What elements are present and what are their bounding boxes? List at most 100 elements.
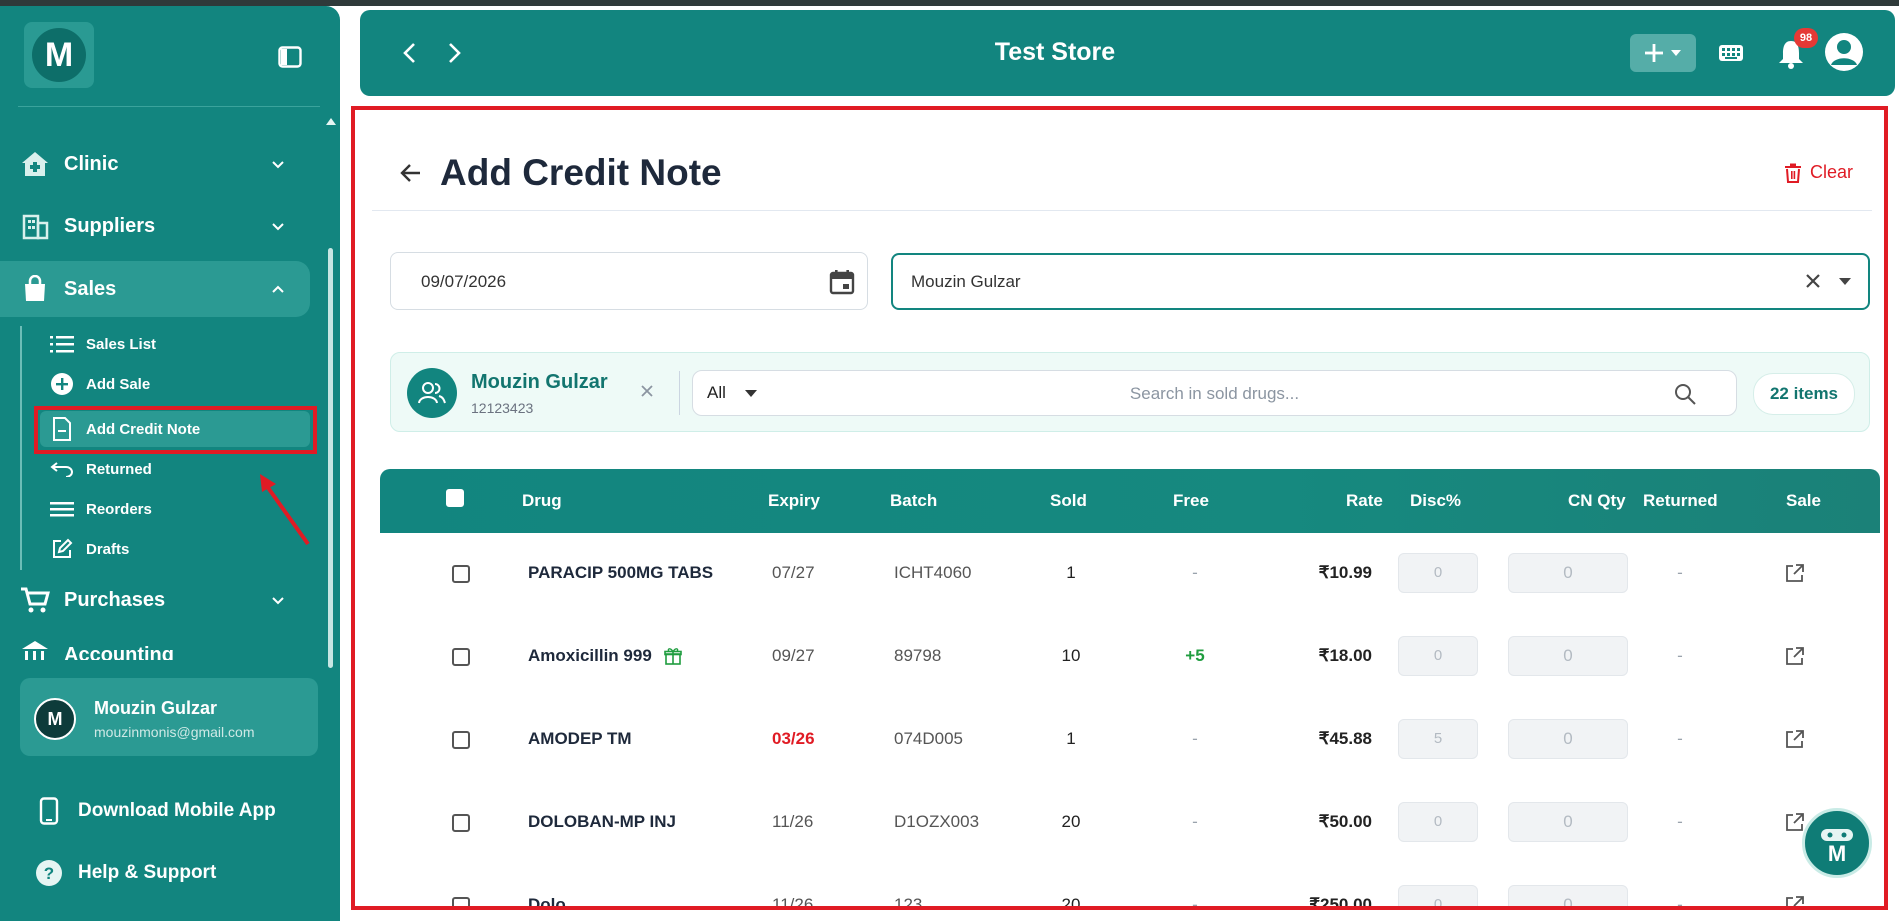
- help-support-link[interactable]: ? Help & Support: [0, 850, 330, 896]
- col-returned: Returned: [1643, 491, 1718, 510]
- notification-badge: 98: [1794, 28, 1818, 48]
- row-checkbox[interactable]: [452, 565, 470, 583]
- sidebar-item-label: Purchases: [64, 588, 166, 611]
- expiry: 09/27: [772, 646, 815, 665]
- rate: ₹50.00: [1318, 812, 1372, 831]
- table-row[interactable]: Amoxicillin 999 09/27 89798 10 +5 ₹18.00…: [380, 616, 1880, 700]
- list-icon: [50, 332, 74, 356]
- sidebar-item-sales[interactable]: Sales: [0, 261, 310, 317]
- keyboard-icon[interactable]: [1718, 42, 1744, 64]
- sidebar-subitem-sales-list[interactable]: Sales List: [40, 326, 310, 362]
- sidebar-item-suppliers[interactable]: Suppliers: [0, 198, 310, 254]
- external-link-icon[interactable]: [1784, 645, 1806, 667]
- free: -: [1192, 563, 1198, 582]
- annotation-arrow-icon: [260, 474, 310, 546]
- sidebar-item-clinic[interactable]: Clinic: [0, 136, 310, 192]
- download-mobile-app-label: Download Mobile App: [78, 800, 276, 821]
- logo-letter: M: [32, 28, 86, 82]
- assistant-bot-button[interactable]: M: [1802, 808, 1872, 878]
- svg-text:?: ?: [44, 864, 54, 883]
- phone-icon: [34, 796, 64, 826]
- caret-down-icon: [1671, 50, 1681, 56]
- table-row[interactable]: PARACIP 500MG TABS 07/27 ICHT4060 1 - ₹1…: [380, 533, 1880, 617]
- row-checkbox[interactable]: [452, 731, 470, 749]
- building-icon: [20, 211, 50, 241]
- clear-button[interactable]: Clear: [1784, 162, 1853, 183]
- cn-qty-input[interactable]: 0: [1508, 636, 1628, 676]
- undo-icon: [50, 457, 74, 481]
- back-arrow-icon[interactable]: [398, 160, 424, 186]
- chevron-down-icon[interactable]: [1839, 278, 1851, 285]
- drug-name: Dolo: [528, 895, 566, 906]
- title-divider: [372, 210, 1872, 211]
- user-card[interactable]: M Mouzin Gulzar mouzinmonis@gmail.com: [20, 678, 318, 756]
- customer-select[interactable]: Mouzin Gulzar: [891, 253, 1870, 310]
- gift-icon: [664, 648, 682, 665]
- top-header: Test Store 98: [360, 10, 1895, 96]
- external-link-icon[interactable]: [1784, 562, 1806, 584]
- sidebar-collapse-icon[interactable]: [278, 46, 302, 68]
- cn-qty-input[interactable]: 0: [1508, 553, 1628, 593]
- returned: -: [1677, 646, 1683, 665]
- table-row[interactable]: Dolo 11/26 123 20 - ₹250.00 0 0 -: [380, 865, 1880, 906]
- customer-select-value: Mouzin Gulzar: [911, 272, 1021, 291]
- search-icon[interactable]: [1673, 382, 1697, 406]
- highlight-box: [34, 406, 317, 454]
- cn-qty-input[interactable]: 0: [1508, 885, 1628, 906]
- sidebar-item-accounting[interactable]: Accounting: [0, 636, 310, 660]
- shopping-bag-icon: [20, 274, 50, 304]
- col-sale: Sale: [1786, 491, 1821, 510]
- calendar-icon[interactable]: [829, 269, 855, 295]
- sidebar-subitem-label: Add Sale: [86, 375, 151, 393]
- disc-input[interactable]: 0: [1398, 802, 1478, 842]
- customer-group-icon: [407, 368, 457, 418]
- col-free: Free: [1173, 491, 1209, 510]
- cart-icon: [20, 585, 50, 615]
- disc-input[interactable]: 0: [1398, 553, 1478, 593]
- col-expiry: Expiry: [768, 491, 820, 510]
- row-checkbox[interactable]: [452, 814, 470, 832]
- app-logo[interactable]: M: [24, 22, 94, 88]
- col-disc: Disc%: [1410, 491, 1462, 510]
- cn-qty-input[interactable]: 0: [1508, 802, 1628, 842]
- disc-input[interactable]: 0: [1398, 885, 1478, 906]
- external-link-icon[interactable]: [1784, 894, 1806, 906]
- drug-name: DOLOBAN-MP INJ: [528, 812, 676, 831]
- sold: 10: [1061, 646, 1081, 665]
- scroll-up-icon[interactable]: [326, 118, 336, 125]
- items-count-badge: 22 items: [1753, 373, 1855, 415]
- returned: -: [1677, 812, 1683, 831]
- close-icon[interactable]: [1803, 271, 1823, 291]
- external-link-icon[interactable]: [1784, 811, 1806, 833]
- page-title: Add Credit Note: [440, 152, 722, 193]
- select-all-checkbox[interactable]: [446, 489, 464, 507]
- drug-name: AMODEP TM: [528, 729, 632, 748]
- help-support-label: Help & Support: [78, 862, 217, 883]
- expiry: 11/26: [772, 812, 814, 831]
- download-mobile-app-link[interactable]: Download Mobile App: [0, 788, 330, 834]
- free: -: [1192, 812, 1198, 831]
- cn-qty-input[interactable]: 0: [1508, 719, 1628, 759]
- search-input[interactable]: Search in sold drugs...: [693, 384, 1736, 404]
- customer-name: Mouzin Gulzar: [471, 371, 608, 393]
- remove-customer-icon[interactable]: [639, 383, 655, 399]
- sidebar-subitem-add-sale[interactable]: Add Sale: [40, 366, 310, 402]
- sidebar: M Clinic Suppliers Sales Sales List Add …: [0, 6, 340, 921]
- chevron-down-icon: [272, 161, 284, 169]
- disc-input[interactable]: 0: [1398, 636, 1478, 676]
- sidebar-scrollbar[interactable]: [328, 248, 333, 668]
- table-row[interactable]: DOLOBAN-MP INJ 11/26 D1OZX003 20 - ₹50.0…: [380, 782, 1880, 866]
- quick-add-button[interactable]: [1630, 34, 1696, 72]
- sold: 1: [1066, 729, 1076, 748]
- table-row[interactable]: AMODEP TM 03/26 074D005 1 - ₹45.88 5 0 -: [380, 699, 1880, 783]
- date-field[interactable]: 09/07/2026: [390, 252, 868, 310]
- disc-input[interactable]: 5: [1398, 719, 1478, 759]
- sidebar-item-purchases[interactable]: Purchases: [0, 572, 310, 628]
- row-checkbox[interactable]: [452, 897, 470, 906]
- customer-filter-bar: Mouzin Gulzar 12123423 All Search in sol…: [390, 352, 1870, 432]
- user-account-icon[interactable]: [1824, 32, 1864, 72]
- row-checkbox[interactable]: [452, 648, 470, 666]
- sidebar-subitem-label: Reorders: [86, 500, 152, 518]
- external-link-icon[interactable]: [1784, 728, 1806, 750]
- drug-search-box[interactable]: All Search in sold drugs...: [692, 370, 1737, 416]
